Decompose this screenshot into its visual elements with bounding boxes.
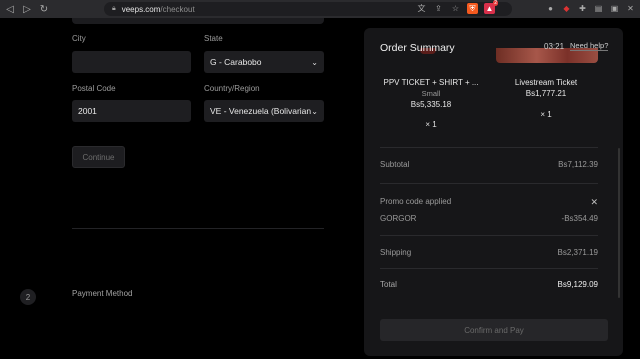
section-divider <box>72 228 324 229</box>
sidebar-icon[interactable]: ▤ <box>593 3 604 14</box>
country-label: Country/Region <box>204 84 260 93</box>
back-icon[interactable]: ◁ <box>3 2 17 16</box>
promo-discount: -Bs354.49 <box>561 214 598 223</box>
continue-button[interactable]: Continue <box>72 146 125 168</box>
confirm-and-pay-button[interactable]: Confirm and Pay <box>380 319 608 341</box>
item-quantity: × 1 <box>425 120 437 129</box>
promo-code: GORGOR <box>380 214 417 223</box>
panel-scrollbar[interactable] <box>618 148 620 298</box>
wallet-icon[interactable]: ▣ <box>609 3 620 14</box>
previous-field-edge <box>72 18 324 24</box>
subtotal-label: Subtotal <box>380 160 410 169</box>
postal-code-input[interactable]: 2001 <box>72 100 191 122</box>
share-icon[interactable]: ⇪ <box>433 3 444 14</box>
forward-icon[interactable]: ▷ <box>20 2 34 16</box>
promo-code-row: GORGOR -Bs354.49 <box>380 214 598 223</box>
order-summary-title: Order Summary <box>380 42 455 54</box>
summary-divider <box>380 183 598 184</box>
item-name: PPV TICKET + SHIRT + ... <box>383 78 479 87</box>
profile-icon[interactable]: ✕ <box>625 3 636 14</box>
extension-red-icon[interactable]: ◆ <box>561 3 572 14</box>
bookmark-icon[interactable]: ☆ <box>450 3 461 14</box>
checkout-timer: 03:21 <box>544 42 565 51</box>
city-input[interactable] <box>72 51 191 73</box>
postal-code-label: Postal Code <box>72 84 116 93</box>
country-value: VE - Venezuela (Bolivarian... <box>210 106 312 116</box>
browser-toolbar: ◁ ▷ ↻ 🔒︎ veeps.com/checkout 文 ⇪ ☆ ⛨ ▲ 2 ●… <box>0 0 640 18</box>
payment-step-number: 2 <box>20 289 36 305</box>
item-name: Livestream Ticket <box>514 78 578 87</box>
reload-icon[interactable]: ↻ <box>37 2 51 16</box>
remove-promo-icon[interactable]: ✕ <box>590 197 598 208</box>
shipping-row: Shipping Bs2,371.19 <box>380 248 598 257</box>
promo-row: Promo code applied ✕ <box>380 197 598 208</box>
chevron-down-icon: ⌄ <box>311 106 318 116</box>
shipping-value: Bs2,371.19 <box>557 248 598 257</box>
total-row: Total Bs9,129.09 <box>380 280 598 289</box>
need-help-link[interactable]: Need help? <box>570 41 609 51</box>
order-summary-panel: Order Summary 03:21 Need help? PPV TICKE… <box>364 28 623 356</box>
chevron-down-icon: ⌄ <box>311 57 318 67</box>
url-host: veeps.com <box>121 4 161 14</box>
subtotal-value: Bs7,112.39 <box>558 160 598 169</box>
lock-icon: 🔒︎ <box>112 5 116 12</box>
order-item: Livestream Ticket Bs1,777.21 × 1 <box>491 78 601 119</box>
country-select[interactable]: VE - Venezuela (Bolivarian... ⌄ <box>204 100 324 122</box>
total-value: Bs9,129.09 <box>557 280 598 289</box>
summary-divider <box>380 147 598 148</box>
item-price: Bs5,335.18 <box>410 100 452 109</box>
puzzle-icon[interactable]: ✚ <box>577 3 588 14</box>
item-quantity: × 1 <box>540 110 552 119</box>
state-select[interactable]: G - Carabobo ⌄ <box>204 51 324 73</box>
summary-divider <box>380 268 598 269</box>
extension-circle-icon[interactable]: ● <box>545 3 556 14</box>
order-item: PPV TICKET + SHIRT + ... Small Bs5,335.1… <box>376 78 486 129</box>
state-label: State <box>204 34 223 43</box>
promo-label: Promo code applied <box>380 197 452 206</box>
brave-shield-icon[interactable]: ⛨ <box>467 3 478 14</box>
item-price: Bs1,777.21 <box>525 89 567 98</box>
subtotal-row: Subtotal Bs7,112.39 <box>380 160 598 169</box>
url-path: /checkout <box>160 4 195 14</box>
city-label: City <box>72 34 86 43</box>
rewards-badge: 2 <box>493 0 498 6</box>
total-label: Total <box>380 280 397 289</box>
summary-divider <box>380 235 598 236</box>
payment-method-heading[interactable]: Payment Method <box>72 289 132 298</box>
state-value: G - Carabobo <box>210 57 262 67</box>
rewards-icon[interactable]: ▲ 2 <box>484 0 498 14</box>
shipping-label: Shipping <box>380 248 412 257</box>
translate-icon[interactable]: 文 <box>416 3 427 14</box>
item-variant: Small <box>421 89 441 98</box>
